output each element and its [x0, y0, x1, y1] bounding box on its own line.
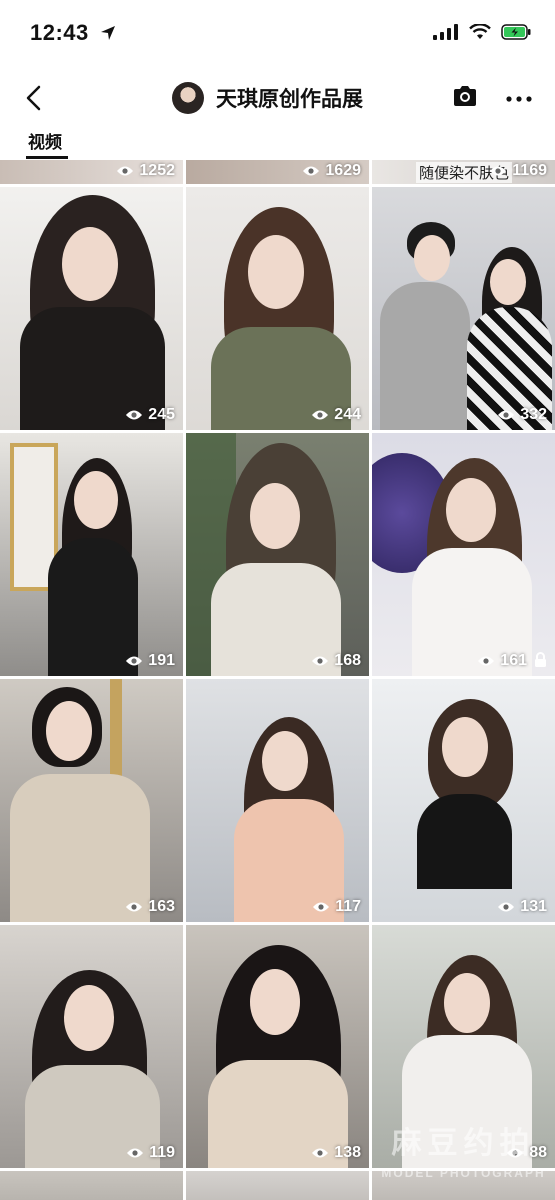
view-count: 1169 — [489, 162, 547, 180]
wifi-icon — [469, 24, 491, 39]
view-count: 1629 — [302, 162, 361, 180]
eye-icon — [498, 902, 515, 912]
tab-bar: 视频 — [0, 128, 555, 159]
battery-icon — [501, 24, 531, 40]
video-thumbnail[interactable]: 119 — [0, 925, 183, 1168]
video-thumbnail[interactable]: 191 — [0, 433, 183, 676]
video-thumbnail[interactable]: 随便染不肤色 1169 — [372, 160, 555, 184]
back-button[interactable] — [16, 80, 52, 116]
avatar[interactable] — [172, 82, 204, 114]
view-count: 163 — [125, 898, 175, 916]
view-count: 191 — [125, 652, 175, 670]
back-icon — [26, 85, 41, 111]
eye-icon — [312, 410, 329, 420]
nav-bar: 天琪原创作品展 — [0, 70, 555, 128]
status-bar: 12:43 — [0, 0, 555, 70]
watermark: 麻豆约拍 MODEL PHOTOGRAPH — [372, 1118, 555, 1200]
video-thumbnail[interactable]: 332 — [372, 187, 555, 430]
video-grid: 1252 1629 随便染不肤色 1169 245 244 332 191 16… — [0, 160, 555, 1200]
video-thumbnail[interactable]: 1629 — [186, 160, 369, 184]
view-count: 244 — [311, 406, 361, 424]
video-thumbnail[interactable]: 1252 — [0, 160, 183, 184]
video-thumbnail[interactable] — [186, 1171, 369, 1200]
view-count: 332 — [497, 406, 547, 424]
view-count: 161 — [477, 652, 527, 670]
eye-icon — [117, 166, 134, 176]
location-arrow-icon — [101, 26, 116, 40]
video-thumbnail[interactable]: 168 — [186, 433, 369, 676]
signal-icon — [433, 24, 458, 40]
eye-icon — [126, 902, 143, 912]
view-count: 119 — [126, 1144, 175, 1162]
video-thumbnail[interactable]: 245 — [0, 187, 183, 430]
tab-video[interactable]: 视频 — [28, 128, 62, 153]
lock-icon — [535, 652, 546, 667]
video-thumbnail[interactable]: 163 — [0, 679, 183, 922]
page-title: 天琪原创作品展 — [216, 88, 363, 111]
eye-icon — [313, 902, 330, 912]
view-count: 117 — [312, 898, 361, 916]
eye-icon — [490, 166, 507, 176]
profile-title[interactable]: 天琪原创作品展 — [172, 80, 363, 116]
view-count: 131 — [497, 898, 547, 916]
eye-icon — [126, 656, 143, 666]
video-thumbnail[interactable]: 244 — [186, 187, 369, 430]
video-thumbnail[interactable] — [0, 1171, 183, 1200]
eye-icon — [498, 410, 515, 420]
eye-icon — [312, 1148, 329, 1158]
eye-icon — [303, 166, 320, 176]
eye-icon — [126, 410, 143, 420]
eye-icon — [127, 1148, 144, 1158]
status-icons — [433, 24, 531, 40]
time-text: 12:43 — [30, 20, 89, 45]
camera-button[interactable] — [452, 84, 482, 114]
video-thumbnail[interactable]: 117 — [186, 679, 369, 922]
watermark-en: MODEL PHOTOGRAPH — [381, 1166, 546, 1180]
view-count: 245 — [125, 406, 175, 424]
camera-icon — [454, 86, 476, 106]
view-count: 168 — [311, 652, 361, 670]
eye-icon — [312, 656, 329, 666]
video-thumbnail[interactable]: 138 — [186, 925, 369, 1168]
more-button[interactable] — [502, 84, 536, 114]
eye-icon — [478, 656, 495, 666]
status-time: 12:43 — [30, 20, 117, 46]
view-count: 138 — [311, 1144, 361, 1162]
view-count: 1252 — [116, 162, 175, 180]
video-thumbnail[interactable]: 161 — [372, 433, 555, 676]
tab-indicator — [26, 156, 68, 159]
watermark-cn: 麻豆约拍 — [391, 1127, 536, 1160]
video-thumbnail[interactable]: 131 — [372, 679, 555, 922]
more-icon — [506, 96, 532, 102]
